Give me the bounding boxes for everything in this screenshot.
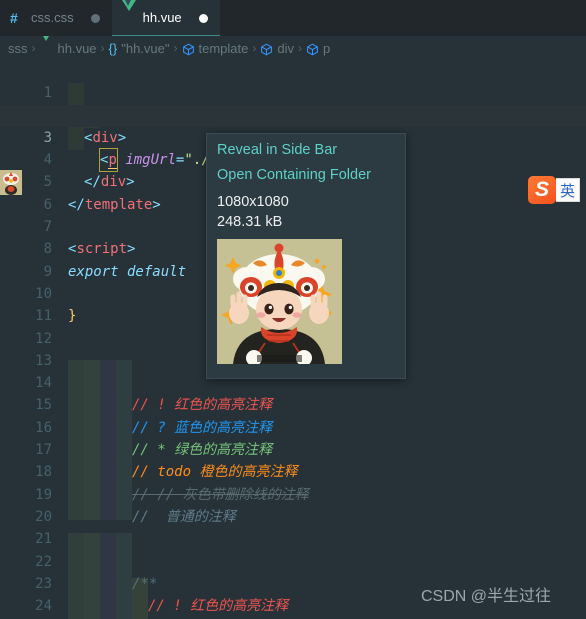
code-line[interactable]: 18 // // 灰色带删除线的注释	[0, 439, 586, 502]
breadcrumb-item-sss[interactable]: sss	[8, 41, 28, 56]
image-hover-tooltip[interactable]: Reveal in Side Bar Open Containing Folde…	[206, 133, 406, 379]
code-line[interactable]: 1 <template>	[0, 60, 586, 123]
sogou-ime-floating-bar[interactable]: S 英	[528, 175, 581, 205]
breadcrumb-separator: ›	[31, 41, 36, 55]
sogou-logo-icon[interactable]: S	[528, 176, 556, 204]
breadcrumb-item-file-symbol[interactable]: {} "hh.vue"	[109, 41, 170, 56]
hash-icon: #	[10, 10, 18, 26]
vue-logo-icon	[39, 36, 54, 56]
breadcrumb-separator: ›	[252, 41, 257, 55]
code-line[interactable]: 19 // 普通的注释	[0, 461, 586, 525]
image-preview	[217, 239, 342, 364]
open-containing-folder-link[interactable]: Open Containing Folder	[217, 167, 395, 183]
breadcrumb-separator: ›	[100, 41, 105, 55]
code-line[interactable]: 16 // * 绿色的高亮注释	[0, 395, 586, 458]
breadcrumb-item-template[interactable]: template	[182, 40, 249, 56]
breadcrumb-label: p	[323, 40, 331, 56]
code-line[interactable]: 17 // todo 橙色的高亮注释	[0, 417, 586, 480]
code-line[interactable]: 20	[0, 484, 586, 525]
ime-mode-panel[interactable]: 英	[556, 178, 581, 202]
code-line-active[interactable]: 3 <p imgUrl="./img/img.jpg"></p>	[0, 104, 586, 173]
breadcrumb-label: template	[198, 40, 249, 56]
tab-hh-vue[interactable]: hh.vue	[111, 0, 220, 36]
tab-dirty-dot[interactable]	[90, 13, 100, 23]
code-line[interactable]: 2 <div>	[0, 82, 586, 146]
breadcrumb-separator: ›	[298, 41, 302, 55]
breadcrumb-separator: ›	[173, 41, 178, 55]
code-line[interactable]: 21	[0, 506, 586, 547]
image-dimensions: 1080x1080	[217, 194, 289, 210]
breadcrumb-label: "hh.vue"	[121, 40, 170, 56]
breadcrumb-label: hh.vue	[57, 40, 97, 56]
code-line[interactable]: 22 /**	[0, 528, 586, 592]
ime-mode-label: 英	[560, 182, 576, 200]
breadcrumb-label: sss	[8, 40, 28, 56]
csdn-watermark: CSDN @半生过往	[421, 588, 552, 605]
vue-logo-icon	[121, 0, 136, 26]
breadcrumb-label: div	[277, 40, 294, 56]
symbol-cube-icon	[306, 43, 319, 56]
symbol-cube-icon	[182, 43, 195, 56]
breadcrumb-item-hh-vue[interactable]: hh.vue	[39, 36, 97, 56]
code-line[interactable]: 23 // ! 红色的高亮注释	[0, 551, 586, 614]
breadcrumb: sss › hh.vue › {} "hh.vue" › template › …	[0, 36, 586, 60]
breadcrumb-item-p[interactable]: p	[306, 41, 330, 56]
editor-tab-bar: # css.css hh.vue	[0, 0, 586, 36]
symbol-cube-icon	[260, 43, 273, 56]
tab-dirty-dot[interactable]	[198, 13, 208, 23]
tab-label: hh.vue	[142, 10, 182, 25]
reveal-in-side-bar-link[interactable]: Reveal in Side Bar	[217, 142, 395, 158]
braces-icon: {}	[108, 40, 118, 56]
tab-css-css[interactable]: # css.css	[0, 0, 112, 36]
tab-label: css.css	[31, 10, 74, 25]
breadcrumb-item-div[interactable]: div	[260, 41, 294, 56]
image-filesize: 248.31 kB	[217, 214, 283, 230]
